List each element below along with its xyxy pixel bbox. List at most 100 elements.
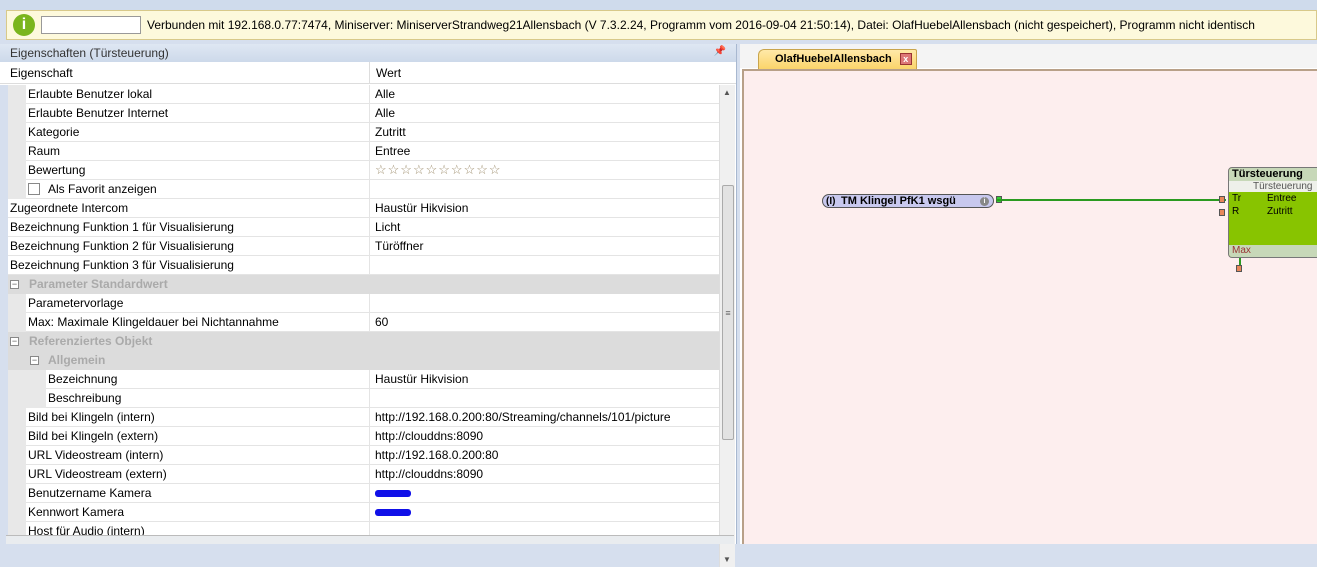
- property-value-cell[interactable]: http://192.168.0.200:80/Streaming/channe…: [370, 408, 719, 426]
- property-value-cell[interactable]: [370, 294, 719, 312]
- function-block-tuersteuerung[interactable]: Türsteuerung Türsteuerung Tr R Entree Zu…: [1228, 167, 1317, 258]
- scroll-up-icon[interactable]: ▲: [723, 88, 731, 97]
- property-row[interactable]: Host für Audio (intern): [0, 522, 719, 535]
- property-name: Referenziertes Objekt: [29, 334, 153, 348]
- property-row[interactable]: Bild bei Klingeln (intern) http://192.168…: [0, 408, 719, 427]
- property-name: Kennwort Kamera: [28, 505, 125, 519]
- function-block-subtitle: Türsteuerung: [1229, 181, 1317, 192]
- property-value-cell[interactable]: http://192.168.0.200:80: [370, 446, 719, 464]
- property-row[interactable]: Bild bei Klingeln (extern) http://clouddn…: [0, 427, 719, 446]
- status-input[interactable]: [41, 16, 141, 34]
- property-name: Bild bei Klingeln (intern): [28, 410, 155, 424]
- rating-stars[interactable]: ☆☆☆☆☆☆☆☆☆☆: [375, 162, 502, 177]
- properties-title-bar: Eigenschaften (Türsteuerung) 📌: [0, 44, 736, 62]
- property-value-cell[interactable]: [370, 180, 719, 198]
- property-name: Benutzername Kamera: [28, 486, 152, 500]
- parameter-pin-max[interactable]: [1236, 265, 1242, 272]
- property-value-cell[interactable]: [370, 484, 719, 502]
- property-value-cell[interactable]: 60: [370, 313, 719, 331]
- property-row[interactable]: Bezeichnung Haustür Hikvision: [0, 370, 719, 389]
- property-row[interactable]: Erlaubte Benutzer lokal Alle: [0, 85, 719, 104]
- property-row[interactable]: Raum Entree: [0, 142, 719, 161]
- property-row[interactable]: Zugeordnete Intercom Haustür Hikvision: [0, 199, 719, 218]
- property-name: Parameter Standardwert: [29, 277, 168, 291]
- property-row[interactable]: URL Videostream (extern) http://clouddns:…: [0, 465, 719, 484]
- property-row[interactable]: URL Videostream (intern) http://192.168.0…: [0, 446, 719, 465]
- property-value-cell[interactable]: Licht: [370, 218, 719, 236]
- parameter-label-max: Max: [1229, 245, 1317, 257]
- property-value-cell[interactable]: [370, 503, 719, 521]
- output-label-zutritt: Zutritt: [1267, 206, 1293, 217]
- property-value-cell[interactable]: Entree: [370, 142, 719, 160]
- property-value: http://clouddns:8090: [375, 429, 484, 443]
- property-row[interactable]: Bewertung ☆☆☆☆☆☆☆☆☆☆: [0, 161, 719, 180]
- pin-icon[interactable]: 📌: [714, 46, 726, 57]
- close-icon[interactable]: x: [899, 53, 912, 65]
- property-row[interactable]: Als Favorit anzeigen: [0, 180, 719, 199]
- property-value-cell[interactable]: http://clouddns:8090: [370, 427, 719, 445]
- info-icon[interactable]: i: [980, 197, 989, 206]
- vertical-scrollbar[interactable]: ▲ ≡ ▼: [719, 85, 735, 567]
- indent-gutter: [8, 465, 26, 484]
- property-name-cell: Benutzername Kamera: [0, 484, 370, 503]
- property-row[interactable]: Benutzername Kamera: [0, 484, 719, 503]
- program-canvas[interactable]: (I) TM Klingel PfK1 wsgü i Türsteuerung …: [742, 69, 1317, 544]
- property-name: Max: Maximale Klingeldauer bei Nichtanna…: [28, 315, 279, 329]
- property-value-cell[interactable]: [370, 256, 719, 274]
- property-value: Alle: [375, 87, 396, 101]
- property-value-cell[interactable]: Türöffner: [370, 237, 719, 255]
- scroll-down-icon[interactable]: ▼: [723, 555, 731, 564]
- property-row[interactable]: Kennwort Kamera: [0, 503, 719, 522]
- property-name-cell: Kategorie: [0, 123, 370, 142]
- property-value-cell[interactable]: [370, 389, 719, 407]
- property-value-cell[interactable]: Zutritt: [370, 123, 719, 141]
- collapse-icon[interactable]: −: [30, 356, 39, 365]
- property-row[interactable]: Bezeichnung Funktion 2 für Visualisierun…: [0, 237, 719, 256]
- indent-gutter: [8, 85, 26, 104]
- indent-gutter: [8, 503, 26, 522]
- indent-gutter: [8, 408, 26, 427]
- property-row[interactable]: Erlaubte Benutzer Internet Alle: [0, 104, 719, 123]
- properties-title: Eigenschaften (Türsteuerung): [10, 46, 169, 60]
- property-value-cell[interactable]: Alle: [370, 104, 719, 122]
- property-name: Kategorie: [28, 125, 80, 139]
- property-name: Host für Audio (intern): [28, 524, 145, 535]
- input-reference-block[interactable]: (I) TM Klingel PfK1 wsgü i: [822, 194, 994, 208]
- property-row[interactable]: − Allgemein: [0, 351, 719, 370]
- property-value: Entree: [375, 144, 411, 158]
- property-value-cell[interactable]: [370, 522, 719, 535]
- property-name: Als Favorit anzeigen: [48, 182, 157, 196]
- property-value: http://192.168.0.200:80/Streaming/channe…: [375, 410, 671, 424]
- property-row[interactable]: Beschreibung: [0, 389, 719, 408]
- indent-gutter: [8, 313, 26, 332]
- property-value-cell[interactable]: Haustür Hikvision: [370, 199, 719, 217]
- collapse-icon[interactable]: −: [10, 337, 19, 346]
- property-row[interactable]: − Referenziertes Objekt: [0, 332, 719, 351]
- property-row[interactable]: Bezeichnung Funktion 3 für Visualisierun…: [0, 256, 719, 275]
- property-row[interactable]: Parametervorlage: [0, 294, 719, 313]
- tab-olafhuebelallensbach[interactable]: OlafHuebelAllensbach x: [758, 49, 917, 69]
- property-row[interactable]: Kategorie Zutritt: [0, 123, 719, 142]
- connection-wire[interactable]: [996, 199, 1226, 201]
- output-label-entree: Entree: [1267, 193, 1297, 204]
- property-name: Bezeichnung Funktion 3 für Visualisierun…: [10, 258, 234, 272]
- input-pin-r[interactable]: [1219, 209, 1225, 216]
- scrollbar-thumb[interactable]: ≡: [722, 185, 734, 440]
- property-row[interactable]: Max: Maximale Klingeldauer bei Nichtanna…: [0, 313, 719, 332]
- property-value-cell[interactable]: http://clouddns:8090: [370, 465, 719, 483]
- property-name-cell: Bewertung: [0, 161, 370, 180]
- property-name-cell: Erlaubte Benutzer lokal: [0, 85, 370, 104]
- property-value-cell[interactable]: Haustür Hikvision: [370, 370, 719, 388]
- collapse-icon[interactable]: −: [10, 280, 19, 289]
- redacted-value: [375, 490, 411, 497]
- input-pin-tr[interactable]: [1219, 196, 1225, 203]
- column-header-value[interactable]: Wert: [370, 66, 401, 80]
- property-value-cell[interactable]: Alle: [370, 85, 719, 103]
- favorite-checkbox[interactable]: [28, 183, 40, 195]
- property-row[interactable]: Bezeichnung Funktion 1 für Visualisierun…: [0, 218, 719, 237]
- property-name: Allgemein: [48, 353, 106, 367]
- column-header-property[interactable]: Eigenschaft: [0, 62, 370, 83]
- redacted-value: [375, 509, 411, 516]
- property-row[interactable]: − Parameter Standardwert: [0, 275, 719, 294]
- property-value-cell[interactable]: ☆☆☆☆☆☆☆☆☆☆: [370, 161, 719, 179]
